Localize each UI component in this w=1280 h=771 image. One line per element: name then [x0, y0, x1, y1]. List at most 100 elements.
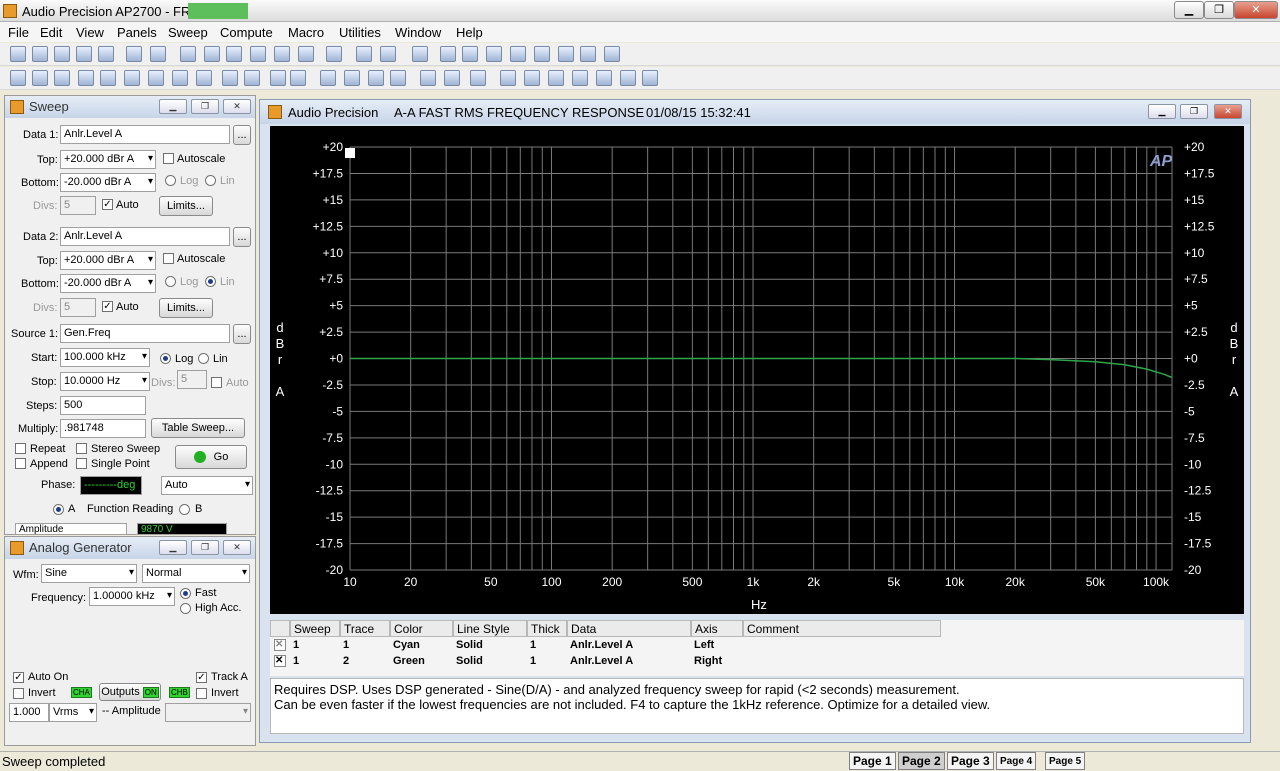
table-sweep-button[interactable]: Table Sweep... — [151, 418, 245, 438]
data1-browse-button[interactable]: ... — [233, 125, 251, 145]
amplitude-units-select[interactable]: Vrms — [49, 703, 97, 722]
stop-field[interactable]: 10.0000 Hz — [60, 372, 150, 391]
menu-window[interactable]: Window — [395, 25, 441, 40]
auto-on-checkbox[interactable]: ✓ — [13, 672, 24, 683]
toolbar-tool-icon[interactable] — [444, 70, 460, 86]
tab-page-5[interactable]: Page 5 — [1045, 752, 1086, 770]
toolbar-tool-icon[interactable] — [244, 70, 260, 86]
toolbar-tool-icon[interactable] — [572, 70, 588, 86]
close-icon[interactable]: ✕ — [223, 540, 251, 555]
source-lin-radio[interactable] — [198, 353, 209, 364]
toolbar-tool-icon[interactable] — [420, 70, 436, 86]
col-axis[interactable]: Axis — [691, 620, 743, 637]
menu-sweep[interactable]: Sweep — [168, 25, 208, 40]
menu-file[interactable]: File — [8, 25, 29, 40]
data1-field[interactable]: Anlr.Level A — [60, 125, 230, 144]
toolbar-tool-icon[interactable] — [204, 46, 220, 62]
row2-color[interactable]: Green — [390, 654, 428, 670]
fast-radio[interactable] — [180, 588, 191, 599]
multiply-field[interactable]: .981748 — [60, 419, 146, 438]
toolbar-tool-icon[interactable] — [390, 70, 406, 86]
row1-axis[interactable]: Left — [691, 638, 717, 654]
col-color[interactable]: Color — [390, 620, 453, 637]
restore-icon[interactable]: ❐ — [191, 540, 219, 555]
toolbar-tool-icon[interactable] — [54, 70, 70, 86]
go-button[interactable]: Go — [175, 445, 247, 469]
data2-limits-button[interactable]: Limits... — [159, 298, 213, 318]
menu-view[interactable]: View — [76, 25, 104, 40]
toolbar-tool-icon[interactable] — [78, 70, 94, 86]
row2-thick[interactable]: 1 — [527, 654, 539, 670]
toolbar-tool-icon[interactable] — [126, 46, 142, 62]
steps-field[interactable]: 500 — [60, 396, 146, 415]
toolbar-tool-icon[interactable] — [580, 46, 596, 62]
source-auto-checkbox[interactable] — [211, 377, 222, 388]
close-button[interactable]: ✕ — [1234, 1, 1278, 19]
toolbar-tool-icon[interactable] — [98, 46, 114, 62]
toolbar-tool-icon[interactable] — [298, 46, 314, 62]
toolbar-tool-icon[interactable] — [54, 46, 70, 62]
toolbar-tool-icon[interactable] — [326, 46, 342, 62]
toolbar-tool-icon[interactable] — [148, 70, 164, 86]
plot-area[interactable]: +20 +17.5 +15 +12.5 +10 +7.5 +5 +2.5 +0 -2.5 -5 -7.… — [270, 126, 1244, 614]
toolbar-tool-icon[interactable] — [100, 70, 116, 86]
col-thick[interactable]: Thick — [527, 620, 567, 637]
toolbar-tool-icon[interactable] — [226, 46, 242, 62]
col-data[interactable]: Data — [567, 620, 691, 637]
minimize-icon[interactable]: ▁ — [1148, 104, 1176, 119]
source-divs-field[interactable]: 5 — [177, 370, 207, 389]
menu-macro[interactable]: Macro — [288, 25, 324, 40]
close-icon[interactable]: ✕ — [223, 99, 251, 114]
start-field[interactable]: 100.000 kHz — [60, 348, 150, 367]
col-line-style[interactable]: Line Style — [453, 620, 527, 637]
toolbar-tool-icon[interactable] — [510, 46, 526, 62]
invert-b-checkbox[interactable] — [196, 688, 207, 699]
toolbar-tool-icon[interactable] — [558, 46, 574, 62]
tab-page-4[interactable]: Page 4 — [996, 752, 1037, 770]
toolbar-tool-icon[interactable] — [500, 70, 516, 86]
minimize-icon[interactable]: ▁ — [159, 540, 187, 555]
menu-panels[interactable]: Panels — [117, 25, 157, 40]
toolbar-tool-icon[interactable] — [344, 70, 360, 86]
tab-page-3[interactable]: Page 3 — [947, 752, 994, 770]
toolbar-tool-icon[interactable] — [10, 70, 26, 86]
maximize-button[interactable]: ❐ — [1204, 1, 1234, 19]
toolbar-tool-icon[interactable] — [620, 70, 636, 86]
close-icon[interactable]: ✕ — [1214, 104, 1242, 119]
repeat-checkbox[interactable] — [15, 443, 26, 454]
row2-style[interactable]: Solid — [453, 654, 486, 670]
source-log-radio[interactable] — [160, 353, 171, 364]
row2-check[interactable]: ✕ — [274, 655, 286, 667]
toolbar-tool-icon[interactable] — [222, 70, 238, 86]
data1-lin-radio[interactable] — [205, 175, 216, 186]
row2-axis[interactable]: Right — [691, 654, 725, 670]
outputs-button[interactable]: Outputs ON — [99, 683, 161, 701]
toolbar-tool-icon[interactable] — [604, 46, 620, 62]
source1-field[interactable]: Gen.Freq — [60, 324, 230, 343]
data2-field[interactable]: Anlr.Level A — [60, 227, 230, 246]
data2-divs-field[interactable]: 5 — [60, 298, 96, 317]
data1-bottom-field[interactable]: -20.000 dBr A — [60, 173, 156, 192]
append-checkbox[interactable] — [15, 458, 26, 469]
data1-autoscale-checkbox[interactable] — [163, 153, 174, 164]
tab-page-1[interactable]: Page 1 — [849, 752, 896, 770]
amplitude-select[interactable]: Amplitude — [15, 523, 127, 535]
col-trace[interactable]: Trace — [340, 620, 390, 637]
row1-thick[interactable]: 1 — [527, 638, 539, 654]
data2-browse-button[interactable]: ... — [233, 227, 251, 247]
reading-a-radio[interactable] — [53, 504, 64, 515]
track-a-checkbox[interactable]: ✓ — [196, 672, 207, 683]
frequency-response-chart[interactable]: +20 +17.5 +15 +12.5 +10 +7.5 +5 +2.5 +0 -2.5 -5 -7.… — [270, 126, 1244, 614]
toolbar-tool-icon[interactable] — [486, 46, 502, 62]
row2-data[interactable]: Anlr.Level A — [567, 654, 636, 670]
data2-auto-checkbox[interactable]: ✓ — [102, 301, 113, 312]
restore-icon[interactable]: ❐ — [1180, 104, 1208, 119]
frequency-field[interactable]: 1.00000 kHz — [89, 587, 175, 606]
minimize-icon[interactable]: ▁ — [159, 99, 187, 114]
toolbar-tool-icon[interactable] — [412, 46, 428, 62]
row1-check[interactable]: ✕ — [274, 639, 286, 651]
source1-browse-button[interactable]: ... — [233, 324, 251, 344]
phase-mode-select[interactable]: Auto — [161, 476, 253, 495]
data1-limits-button[interactable]: Limits... — [159, 196, 213, 216]
wfm-mode-select[interactable]: Normal — [142, 564, 250, 583]
